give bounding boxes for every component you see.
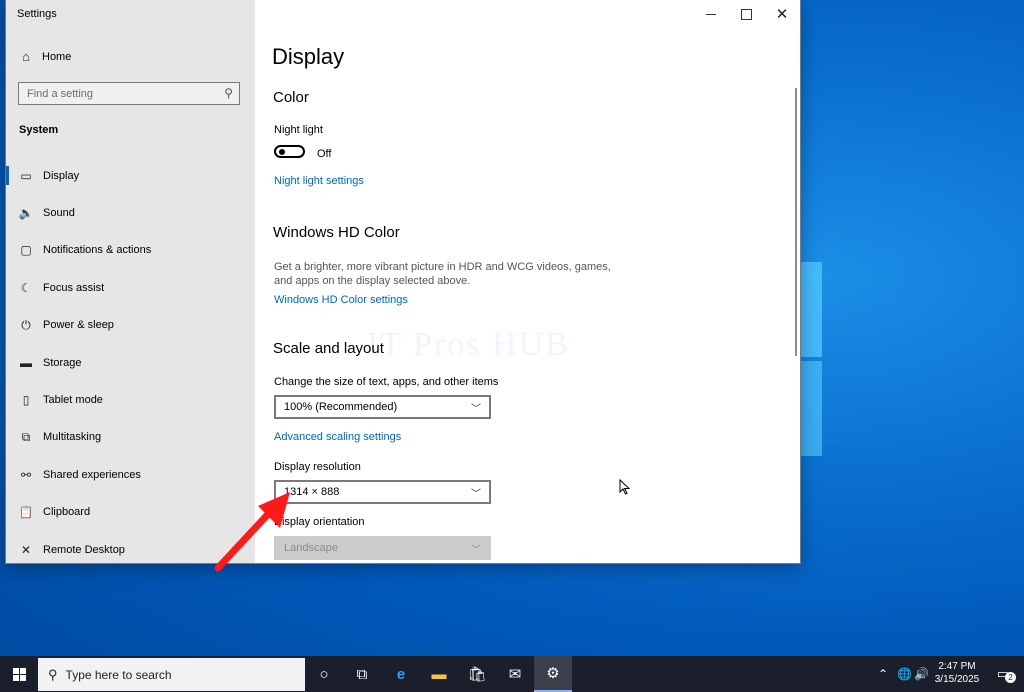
sidebar-item-label: Focus assist <box>43 281 105 294</box>
night-light-label: Night light <box>274 124 323 136</box>
speaker-icon: 🔈 <box>18 206 34 221</box>
clock-date: 3/15/2025 <box>934 674 980 685</box>
scale-label: Change the size of text, apps, and other… <box>274 376 499 388</box>
resolution-dropdown[interactable]: 1314 × 888 ﹀ <box>274 480 491 504</box>
night-light-state: Off <box>317 148 332 160</box>
sidebar-item-label: Remote Desktop <box>43 543 125 556</box>
taskbar: ⚲ Type here to search ○ ⧉ e ▬ 🛍 ✉ ⚙ ⌃ 🌐 … <box>0 656 1024 692</box>
settings-taskbar-button[interactable]: ⚙ <box>534 656 572 692</box>
mouse-cursor-icon <box>619 479 631 495</box>
sidebar-item-label: Sound <box>43 207 75 220</box>
storage-icon: ▬ <box>20 355 32 370</box>
find-setting-input[interactable] <box>19 83 217 104</box>
clipboard-icon: 📋 <box>18 505 34 520</box>
gear-icon: ⚙ <box>546 665 560 682</box>
main-content: IT Pros HUB Display Color Night light Of… <box>255 0 800 563</box>
chevron-up-icon: ⌃ <box>878 667 889 681</box>
sidebar-item-display[interactable]: ▭ Display <box>6 157 255 194</box>
sidebar-item-label: Display <box>43 169 80 182</box>
toggle-knob <box>279 149 285 155</box>
scale-value: 100% (Recommended) <box>284 401 398 413</box>
power-icon: ⏻ <box>21 317 31 332</box>
windows-icon <box>12 667 26 681</box>
sidebar-item-label: Multitasking <box>43 431 102 444</box>
night-light-toggle[interactable] <box>274 145 305 158</box>
cortana-icon: ○ <box>319 665 329 683</box>
scale-dropdown[interactable]: 100% (Recommended) ﹀ <box>274 395 491 419</box>
sidebar-item-label: Power & sleep <box>43 319 114 332</box>
chevron-down-icon: ﹀ <box>471 404 481 415</box>
hd-color-heading: Windows HD Color <box>273 224 400 241</box>
night-light-settings-link[interactable]: Night light settings <box>274 175 364 187</box>
notifications-icon: ▢ <box>20 243 32 258</box>
sidebar-item-label: Storage <box>43 356 82 369</box>
tablet-icon: ▯ <box>22 393 30 408</box>
taskbar-search[interactable]: ⚲ Type here to search <box>38 658 305 691</box>
start-button[interactable] <box>0 656 38 692</box>
action-center-button[interactable]: ▭ 2 <box>985 656 1021 692</box>
sidebar-item-label: Clipboard <box>43 506 91 519</box>
chevron-down-icon: ﹀ <box>471 545 481 556</box>
taskbar-search-placeholder: Type here to search <box>65 667 172 682</box>
file-explorer-button[interactable]: ▬ <box>420 656 458 692</box>
moon-icon: ☾ <box>20 280 32 295</box>
mail-icon: ✉ <box>508 666 522 683</box>
network-button[interactable]: 🌐 <box>897 656 912 692</box>
multitasking-icon: ⧉ <box>21 429 31 444</box>
annotation-arrow-icon <box>214 492 290 572</box>
sidebar-item-label: Shared experiences <box>43 468 141 481</box>
store-button[interactable]: 🛍 <box>458 656 496 692</box>
notification-count-badge: 2 <box>1005 672 1016 683</box>
window-title: Settings <box>17 8 57 20</box>
search-icon[interactable]: ⚲ <box>224 86 233 100</box>
home-label: Home <box>42 50 72 63</box>
sidebar-item-storage[interactable]: ▬ Storage <box>6 344 255 381</box>
cortana-button[interactable]: ○ <box>305 656 343 692</box>
color-heading: Color <box>273 89 309 106</box>
sidebar-item-label: Notifications & actions <box>43 244 152 257</box>
search-icon: ⚲ <box>48 666 58 682</box>
show-hidden-icons-button[interactable]: ⌃ <box>878 656 888 692</box>
task-view-button[interactable]: ⧉ <box>343 656 381 692</box>
home-icon: ⌂ <box>22 49 30 64</box>
resolution-label: Display resolution <box>274 461 361 473</box>
sidebar: ⌂ Home ⚲ System ▭ Display 🔈 Sound ▢ Notificat… <box>6 0 255 563</box>
section-title: System <box>19 124 59 136</box>
page-title: Display <box>272 44 345 69</box>
sidebar-item-focus-assist[interactable]: ☾ Focus assist <box>6 269 255 306</box>
speaker-icon: 🔊 <box>914 667 929 681</box>
home-button[interactable]: ⌂ Home <box>18 49 71 64</box>
sidebar-item-tablet-mode[interactable]: ▯ Tablet mode <box>6 381 255 418</box>
find-setting-search[interactable]: ⚲ <box>18 82 240 105</box>
sidebar-item-multitasking[interactable]: ⧉ Multitasking <box>6 419 255 456</box>
desktop-windows-logo <box>800 262 824 462</box>
monitor-icon: ▭ <box>20 168 32 183</box>
sidebar-item-power-sleep[interactable]: ⏻ Power & sleep <box>6 307 255 344</box>
hd-color-description: Get a brighter, more vibrant picture in … <box>274 261 611 287</box>
edge-icon: e <box>396 665 406 683</box>
mail-button[interactable]: ✉ <box>496 656 534 692</box>
sidebar-item-sound[interactable]: 🔈 Sound <box>6 194 255 231</box>
remote-desktop-icon: ✕ <box>20 542 32 557</box>
orientation-dropdown[interactable]: Landscape ﹀ <box>274 536 491 560</box>
globe-icon: 🌐 <box>897 667 912 681</box>
scale-layout-heading: Scale and layout <box>273 340 384 357</box>
settings-window: ⌂ Home ⚲ System ▭ Display 🔈 Sound ▢ Notificat… <box>6 0 800 563</box>
store-icon: 🛍 <box>467 666 487 683</box>
volume-button[interactable]: 🔊 <box>914 656 929 692</box>
edge-button[interactable]: e <box>382 656 420 692</box>
sidebar-item-notifications-actions[interactable]: ▢ Notifications & actions <box>6 232 255 269</box>
task-view-icon: ⧉ <box>356 665 368 683</box>
active-indicator <box>6 166 9 185</box>
clock-time: 2:47 PM <box>938 661 976 672</box>
advanced-scaling-link[interactable]: Advanced scaling settings <box>274 431 401 443</box>
scrollbar[interactable] <box>795 88 797 356</box>
chevron-down-icon: ﹀ <box>471 489 481 500</box>
shared-experiences-icon: ⚯ <box>20 467 32 482</box>
clock[interactable]: 2:47 PM 3/15/2025 <box>930 660 984 686</box>
sidebar-item-label: Tablet mode <box>43 394 103 407</box>
folder-icon: ▬ <box>431 665 447 683</box>
watermark: IT Pros HUB <box>367 326 570 363</box>
hd-color-settings-link[interactable]: Windows HD Color settings <box>274 294 408 306</box>
